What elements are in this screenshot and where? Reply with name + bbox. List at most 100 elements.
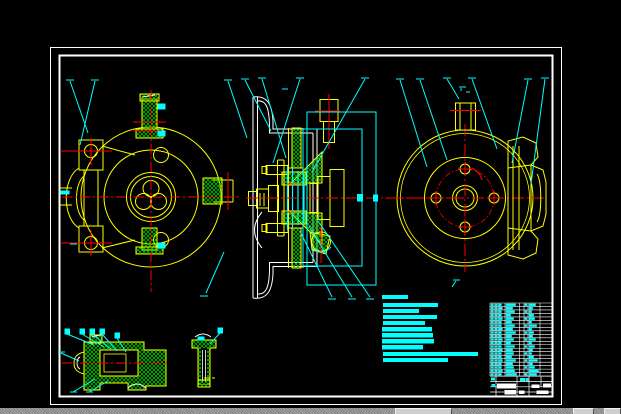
bom-cell-text	[495, 342, 497, 344]
title-field-box	[537, 391, 549, 395]
bom-cell-text	[491, 331, 493, 333]
bom-cell-text	[495, 314, 497, 316]
bom-cell-text	[525, 317, 528, 319]
bom-cell-text	[499, 317, 503, 319]
bom-cell-text	[525, 359, 528, 361]
notes-text-line	[383, 321, 425, 325]
bom-cell-text	[495, 366, 497, 368]
scrollbar-thumb[interactable]	[604, 408, 621, 414]
bom-cell-text	[529, 366, 535, 368]
bom-cell-text	[491, 311, 493, 313]
bom-cell-text	[506, 321, 512, 323]
bom-cell-text	[525, 366, 528, 368]
technical-notes	[382, 295, 478, 362]
horizontal-scrollbar[interactable]	[0, 408, 621, 414]
bom-cell-text	[499, 352, 502, 354]
bom-cell-text	[491, 356, 493, 358]
bom-cell-text	[525, 338, 528, 340]
title-field-text	[492, 384, 496, 387]
bom-cell-text	[506, 338, 514, 340]
bom-cell-text	[506, 311, 515, 313]
bom-cell-text	[499, 324, 502, 326]
bom-cell-text	[506, 331, 516, 333]
bom-cell-text	[529, 342, 532, 344]
bom-cell-text	[529, 370, 539, 372]
title-field-box	[519, 391, 525, 395]
bom-cell-text	[506, 352, 514, 354]
notes-text-line	[383, 303, 438, 307]
bom-cell-text	[529, 314, 534, 316]
scrollbar-thumb[interactable]	[573, 408, 594, 414]
bom-cell-text	[499, 338, 503, 340]
bom-cell-text	[495, 345, 497, 347]
bom-cell-text	[491, 317, 493, 319]
bom-cell-text	[499, 335, 502, 337]
bom-cell-text	[529, 307, 533, 309]
bom-cell-text	[525, 345, 528, 347]
bom-cell-text	[499, 373, 502, 375]
bom-cell-text	[499, 314, 502, 316]
bom-cell-text	[491, 349, 493, 351]
bom-cell-text	[499, 370, 503, 372]
bom-cell-text	[525, 304, 528, 306]
notes-text-line	[383, 358, 448, 362]
notes-text-line	[383, 352, 478, 356]
bom-cell-text	[499, 349, 503, 351]
bom-cell-text	[499, 311, 502, 313]
bom-cell-text	[506, 356, 512, 358]
annotation-mark	[61, 191, 69, 194]
bom-cell-text	[506, 345, 515, 347]
drum-centerlines	[392, 124, 545, 272]
bom-cell-text	[529, 373, 537, 375]
title-field-box	[543, 384, 551, 388]
bom-cell-text	[499, 304, 502, 306]
bom-cell-text	[499, 321, 502, 323]
notes-text-line	[382, 345, 423, 350]
bom-cell-text	[491, 328, 493, 330]
bom-cell-text	[491, 352, 493, 354]
bom-cell-text	[499, 345, 502, 347]
title-field-box	[505, 390, 517, 395]
bom-cell-text	[506, 324, 515, 326]
bom-cell-text	[491, 324, 493, 326]
bom-cell-text	[506, 349, 513, 351]
scrollbar-thumb[interactable]	[395, 408, 452, 414]
notes-text-line	[382, 339, 434, 344]
detail-view-a	[58, 329, 170, 392]
section-view-hub	[241, 78, 452, 299]
notes-text-line	[382, 333, 433, 338]
bom-cell-text	[499, 342, 502, 344]
bom-cell-text	[495, 359, 497, 361]
bom-cell-text	[529, 311, 532, 313]
notes-text-line	[382, 327, 432, 332]
bom-cell-text	[529, 363, 533, 365]
bom-cell-text	[495, 363, 497, 365]
bom-cell-text	[529, 338, 536, 340]
bom-cell-text	[495, 331, 497, 333]
bom-cell-text	[506, 307, 513, 309]
trefoil-lobe-right	[151, 194, 167, 210]
bom-cell-text	[495, 321, 497, 323]
bom-cell-text	[506, 304, 516, 306]
bom-cell-text	[495, 324, 497, 326]
bom-cell-text	[491, 314, 493, 316]
bom-cell-text	[525, 352, 528, 354]
bom-cell-text	[506, 370, 515, 372]
rear-view-drum	[392, 78, 549, 287]
bom-cell-text	[491, 370, 493, 372]
bom-cell-text	[491, 359, 493, 361]
cad-drawing-viewport	[0, 0, 621, 414]
weld-mark	[158, 104, 165, 109]
bom-cell-text	[495, 311, 497, 313]
title-field-text	[520, 378, 525, 381]
bom-cell-text	[499, 356, 502, 358]
notes-heading-bar	[382, 295, 408, 299]
detail-view-b	[192, 328, 223, 387]
bom-cell-text	[495, 373, 497, 375]
bom-cell-text	[506, 317, 514, 319]
bom-cell-text	[529, 359, 538, 361]
front-view-knuckle	[60, 80, 247, 296]
bom-cell-text	[491, 345, 493, 347]
bom-cell-text	[495, 349, 497, 351]
cad-drawing-canvas	[0, 0, 621, 414]
